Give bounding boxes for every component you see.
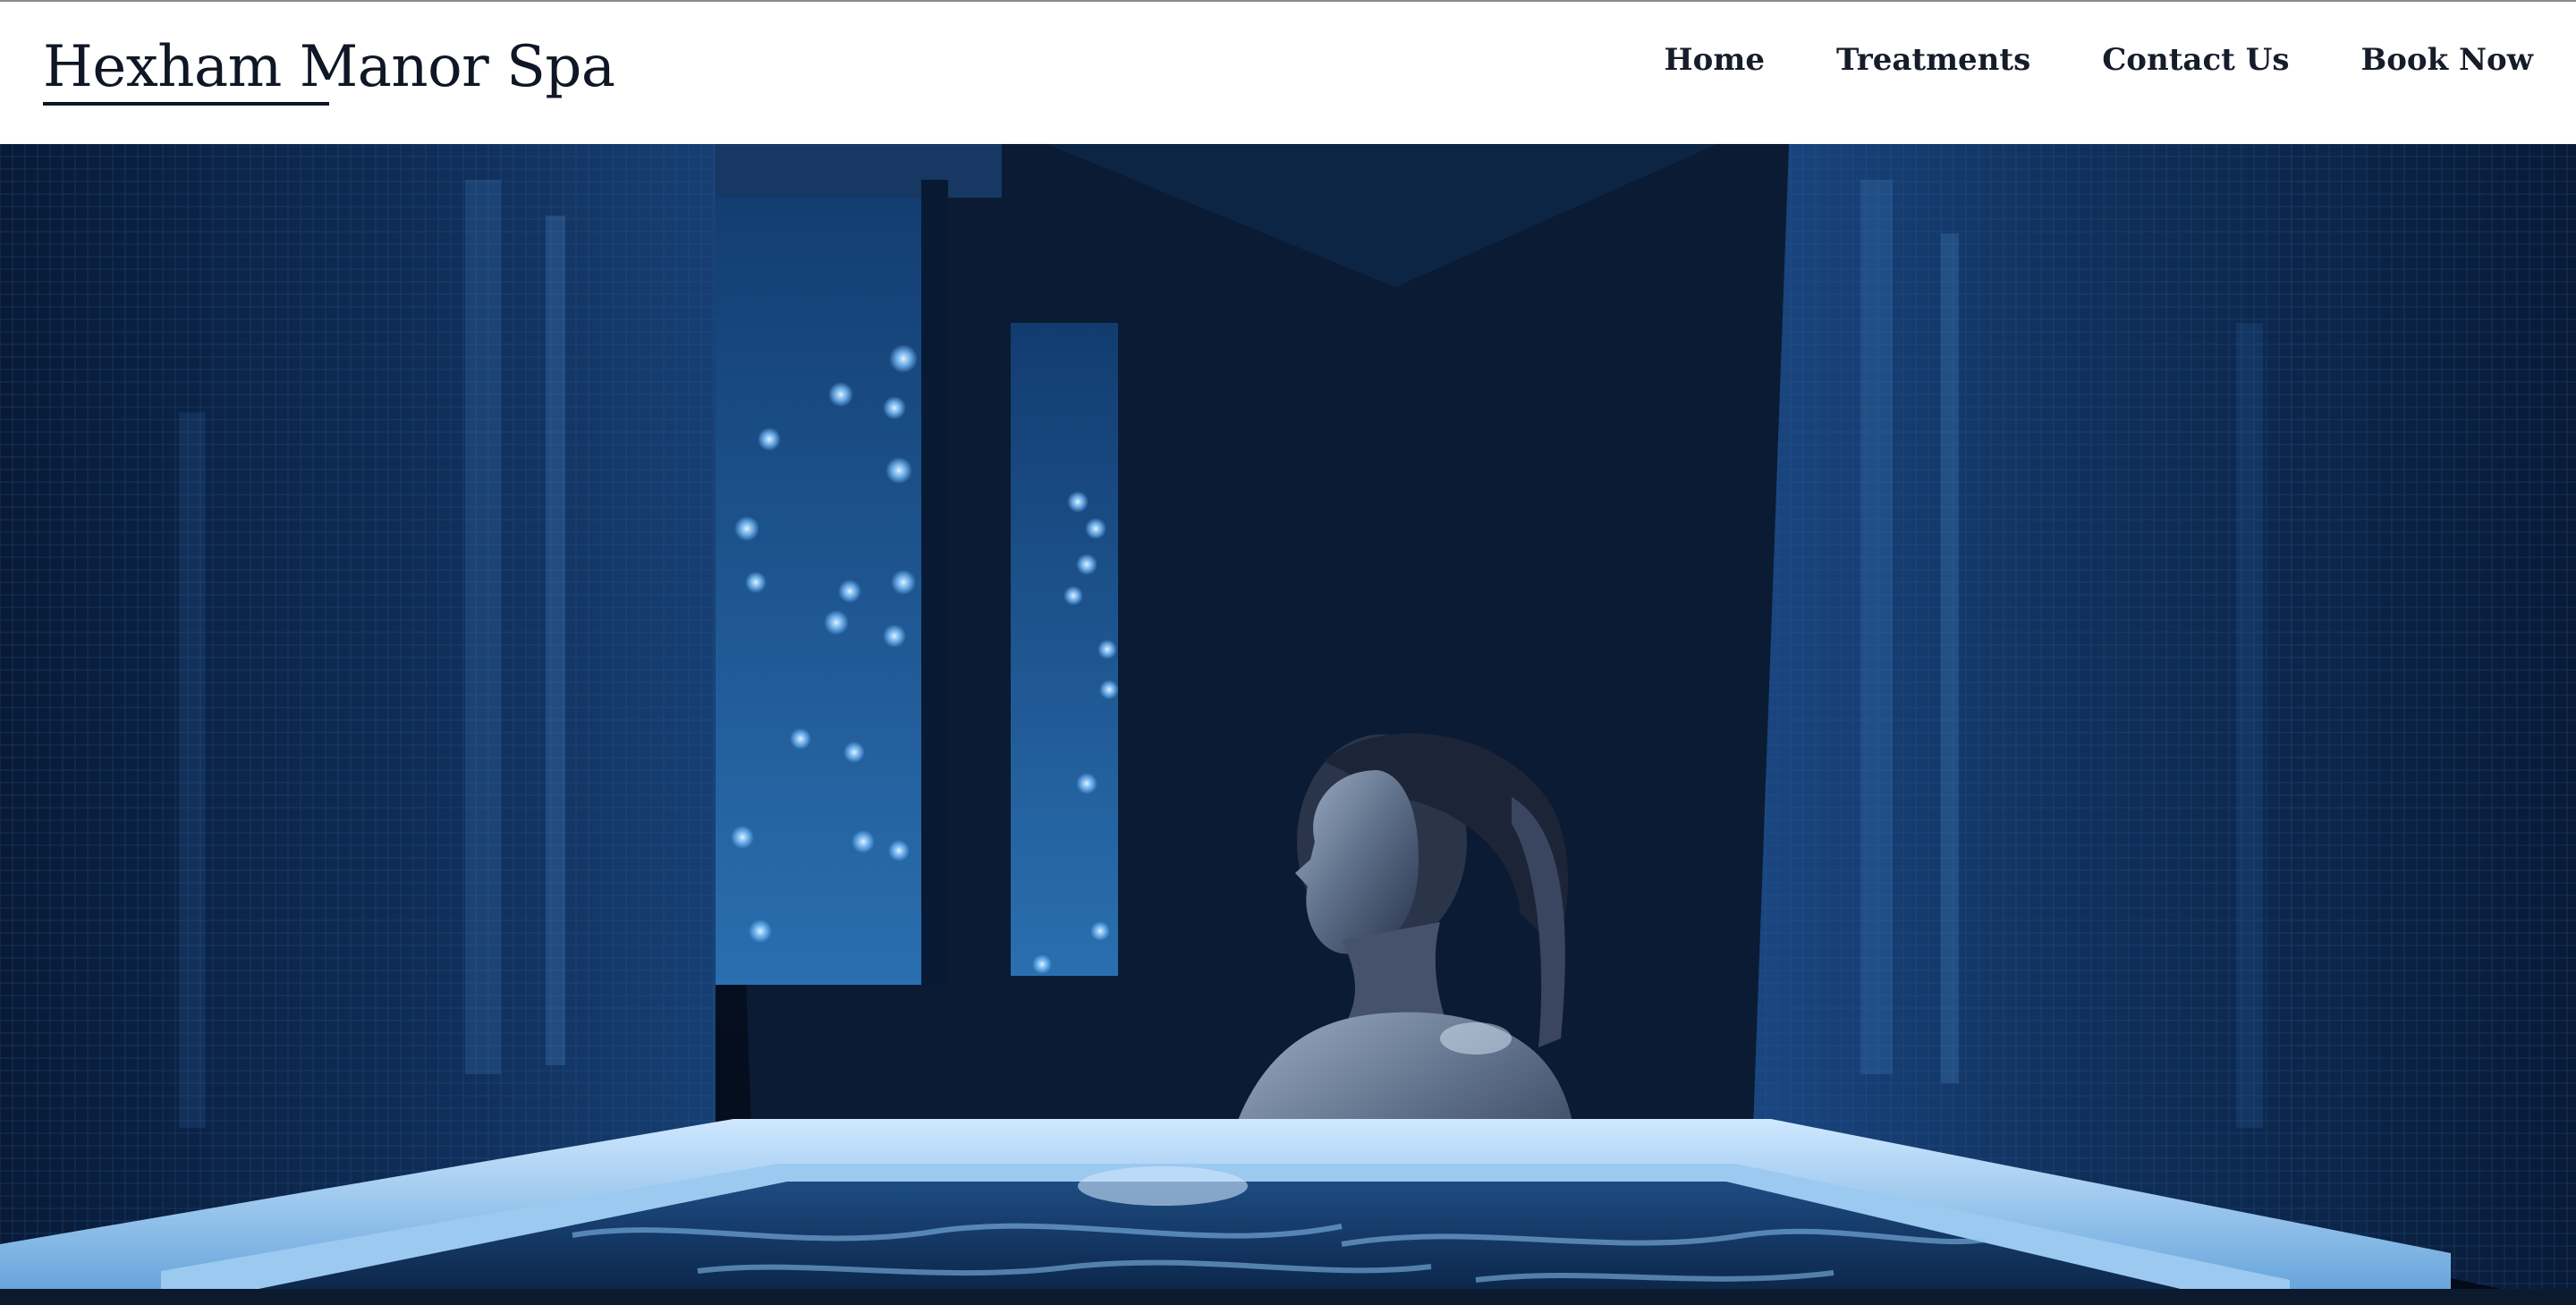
nav-contact-us-link[interactable]: Contact Us: [2102, 42, 2289, 78]
nav-book-now-link[interactable]: Book Now: [2360, 42, 2533, 78]
hero-section: [0, 144, 2576, 1305]
hero-image: [0, 144, 2576, 1305]
main-nav: Home Treatments Contact Us Book Now: [1665, 38, 2533, 82]
brand-logo-link[interactable]: Hexham Manor Spa: [43, 32, 615, 102]
nav-treatments-link[interactable]: Treatments: [1836, 42, 2030, 78]
brand-underline: [43, 102, 329, 106]
site-header: Hexham Manor Spa Home Treatments Contact…: [0, 0, 2576, 144]
nav-home-link[interactable]: Home: [1665, 42, 1765, 78]
